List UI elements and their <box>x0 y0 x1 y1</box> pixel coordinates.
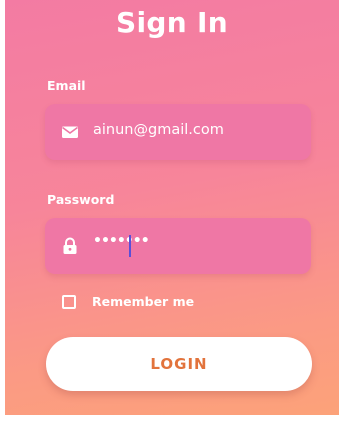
login-button[interactable]: LOGIN <box>46 337 312 391</box>
email-label: Email <box>47 78 86 93</box>
remember-me-label[interactable]: Remember me <box>92 294 194 309</box>
text-caret <box>129 235 131 257</box>
password-value[interactable]: ••••••• <box>93 233 150 249</box>
password-label: Password <box>47 192 115 207</box>
page-title: Sign In <box>116 6 228 39</box>
email-field[interactable]: ainun@gmail.com <box>45 104 311 160</box>
password-field[interactable]: ••••••• <box>45 218 311 274</box>
remember-me-checkbox[interactable] <box>62 295 76 309</box>
lock-icon <box>63 237 77 254</box>
sign-in-screen: Sign In Email ainun@gmail.com Password •… <box>5 0 339 415</box>
mail-icon <box>62 126 78 138</box>
email-value[interactable]: ainun@gmail.com <box>93 122 224 138</box>
